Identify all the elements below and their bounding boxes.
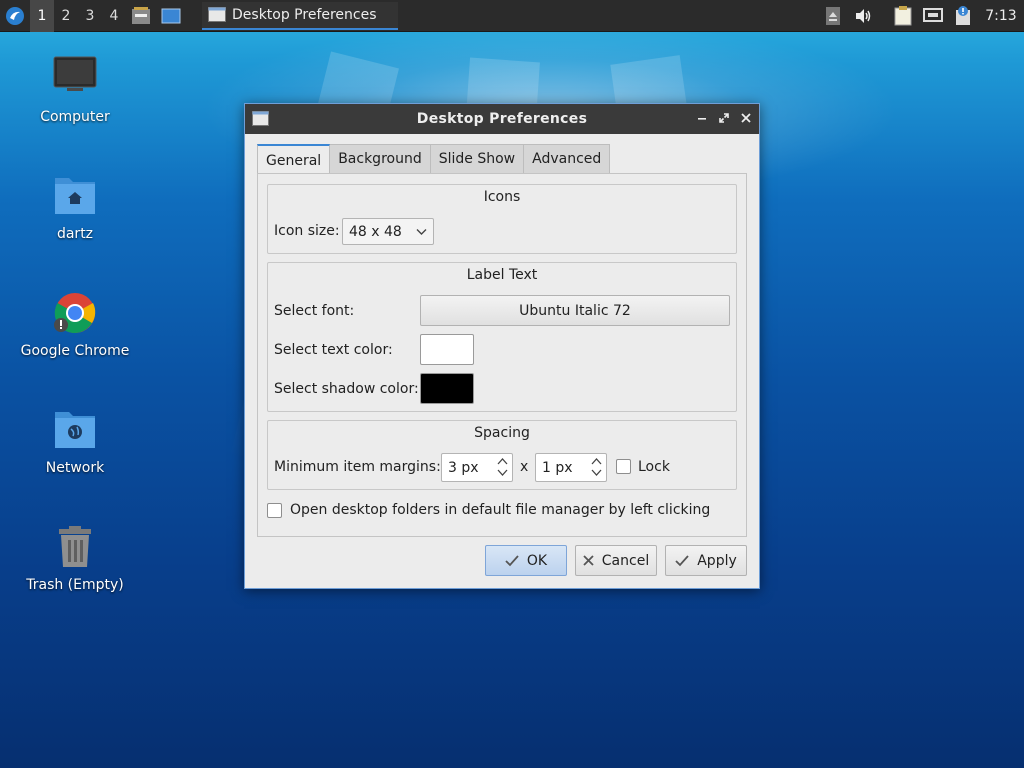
checkmark-icon [675, 554, 689, 566]
margin-y-spinbox[interactable]: 1 px [535, 453, 607, 482]
desktop-icon-label: Google Chrome [20, 343, 130, 359]
tab-general[interactable]: General [257, 144, 331, 175]
dialog-titlebar[interactable]: Desktop Preferences [245, 104, 759, 134]
chevron-down-icon [416, 229, 427, 235]
lock-checkbox[interactable] [616, 459, 631, 474]
icon-size-select[interactable]: 48 x 48 [342, 218, 434, 245]
close-button[interactable] [739, 111, 753, 125]
tab-background[interactable]: Background [330, 144, 431, 174]
select-text-color-label: Select text color: [274, 342, 393, 358]
minimize-button[interactable] [695, 111, 709, 125]
chevron-up-icon [497, 458, 508, 465]
close-icon [741, 113, 751, 123]
select-shadow-color-label: Select shadow color: [274, 381, 419, 397]
network-tray-button[interactable] [918, 0, 948, 32]
eject-icon [826, 7, 840, 25]
workspace-3-button[interactable]: 3 [78, 0, 102, 32]
font-select-button[interactable]: Ubuntu Italic 72 [420, 295, 730, 326]
desktop-icon-label: Computer [40, 109, 110, 125]
desktop-icon-computer[interactable]: Computer [10, 55, 140, 125]
font-value: Ubuntu Italic 72 [519, 302, 631, 319]
chevron-up-icon [591, 458, 602, 465]
task-label: Desktop Preferences [232, 6, 377, 23]
chevron-down-icon [497, 469, 508, 476]
task-desktop-preferences[interactable]: Desktop Preferences [202, 1, 398, 30]
system-tray: 7:13 [818, 0, 1024, 32]
tab-advanced[interactable]: Advanced [524, 144, 611, 174]
spin-arrows[interactable] [497, 456, 508, 478]
chevron-down-icon [591, 469, 602, 476]
volume-button[interactable] [848, 0, 878, 32]
margin-x-spinbox[interactable]: 3 px [441, 453, 513, 482]
margin-separator: x [520, 459, 529, 475]
tray-spacer [878, 0, 888, 32]
file-manager-launcher[interactable] [126, 0, 156, 32]
desktop-preferences-dialog: Desktop Preferences General Background S… [244, 103, 760, 589]
trash-icon [59, 526, 91, 567]
show-desktop-icon [161, 8, 181, 23]
apply-button[interactable]: Apply [665, 545, 747, 576]
select-font-label: Select font: [274, 303, 355, 319]
checkmark-icon [505, 554, 519, 566]
desktop-icon-label: dartz [56, 226, 94, 242]
clock[interactable]: 7:13 [978, 0, 1024, 32]
home-folder-icon [55, 178, 95, 214]
icon-size-label: Icon size: [274, 223, 340, 239]
spacing-group-title: Spacing [474, 425, 530, 441]
updates-button[interactable] [948, 0, 978, 32]
shadow-color-button[interactable] [420, 373, 474, 404]
workspace-1-button[interactable]: 1 [30, 0, 54, 32]
cancel-button-label: Cancel [601, 552, 650, 569]
apply-button-label: Apply [697, 552, 737, 569]
tab-slide-show[interactable]: Slide Show [430, 144, 525, 174]
tab-bar: General Background Slide Show Advanced [257, 144, 611, 175]
icon-size-value: 48 x 48 [349, 223, 402, 240]
workspace-2-button[interactable]: 2 [54, 0, 78, 32]
desktop-icon-label: Trash (Empty) [26, 577, 124, 593]
open-folders-label: Open desktop folders in default file man… [290, 502, 711, 518]
monitor-icon [53, 56, 97, 91]
general-tab-panel: Icons Icon size: 48 x 48 Label Text Sele… [257, 173, 747, 537]
label-text-group-title: Label Text [466, 267, 538, 283]
minimize-icon [698, 118, 706, 120]
cancel-button[interactable]: Cancel [575, 545, 657, 576]
margin-y-value: 1 px [542, 459, 573, 476]
start-menu-button[interactable] [0, 0, 30, 32]
clipboard-button[interactable] [888, 0, 918, 32]
ok-button[interactable]: OK [485, 545, 567, 576]
cancel-x-icon [583, 555, 594, 566]
dialog-title: Desktop Preferences [416, 111, 588, 127]
maximize-button[interactable] [717, 111, 731, 125]
desktop-icon-network[interactable]: Network [10, 406, 140, 476]
lock-label: Lock [638, 459, 670, 475]
desktop-icon-label: Network [45, 460, 105, 476]
show-desktop-button[interactable] [156, 0, 186, 32]
workspace-4-button[interactable]: 4 [102, 0, 126, 32]
desktop-icon-dartz[interactable]: dartz [10, 172, 140, 242]
label-text-group: Label Text Select font: Ubuntu Italic 72… [267, 262, 737, 412]
taskbar: 1 2 3 4 Desktop Preferences 7:13 [0, 0, 1024, 32]
desktop-icon-google-chrome[interactable]: Google Chrome [10, 289, 140, 359]
clipboard-icon [894, 6, 912, 26]
minimum-item-margins-label: Minimum item margins: [274, 459, 441, 475]
open-folders-checkbox[interactable] [267, 503, 282, 518]
volume-icon [856, 9, 871, 23]
desktop-icon-trash[interactable]: Trash (Empty) [10, 523, 140, 593]
maximize-icon [719, 113, 729, 123]
start-menu-icon [6, 6, 24, 25]
icons-group-title: Icons [483, 189, 521, 205]
file-manager-icon [132, 6, 150, 24]
spin-arrows[interactable] [591, 456, 602, 478]
icons-group: Icons Icon size: 48 x 48 [267, 184, 737, 254]
chrome-icon [54, 293, 96, 333]
margin-x-value: 3 px [448, 459, 479, 476]
update-notification-icon [956, 6, 970, 25]
network-wired-icon [923, 8, 943, 22]
ok-button-label: OK [526, 552, 548, 569]
network-folder-icon [55, 412, 95, 448]
spacing-group: Spacing Minimum item margins: 3 px x 1 p… [267, 420, 737, 490]
eject-tray-button[interactable] [818, 0, 848, 32]
text-color-button[interactable] [420, 334, 474, 365]
window-icon [208, 7, 226, 22]
